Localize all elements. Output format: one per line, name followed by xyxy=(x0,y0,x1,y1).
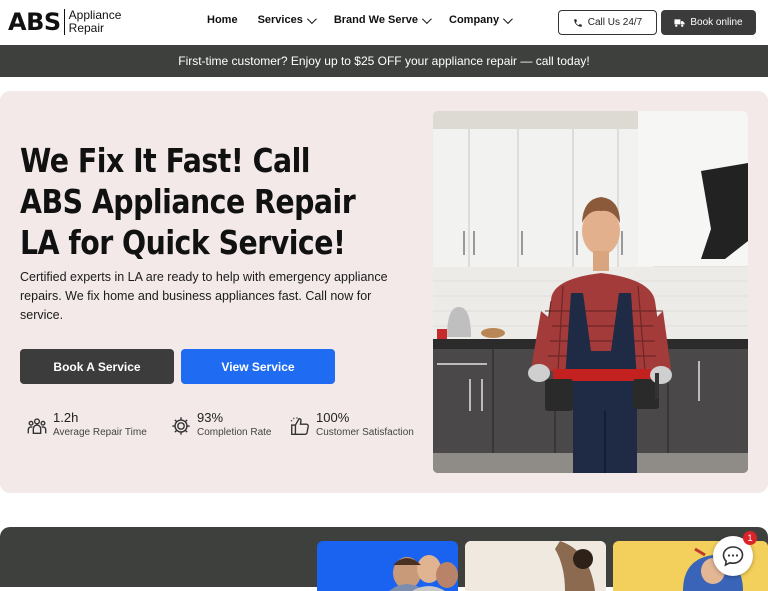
hero-title: We Fix It Fast! Call ABS Appliance Repai… xyxy=(20,141,356,262)
stat-completion-rate: 93% Completion Rate xyxy=(170,410,271,440)
stat-satisfaction-value: 100% xyxy=(316,410,350,425)
promo-bar: First-time customer? Enjoy up to $25 OFF… xyxy=(0,45,768,77)
appliance-photo xyxy=(465,541,606,591)
stat-satisfaction: 100% Customer Satisfaction xyxy=(289,410,414,440)
book-online-label: Book online xyxy=(690,17,743,28)
book-a-service-button[interactable]: Book A Service xyxy=(20,349,174,384)
hero-technician-image xyxy=(433,111,748,473)
family-photo xyxy=(389,555,458,591)
stat-repair-time-label: Average Repair Time xyxy=(53,427,147,438)
nav-home-label: Home xyxy=(207,14,238,26)
nav-services-label: Services xyxy=(257,14,303,26)
main-nav: Home Services Brand We Serve Company xyxy=(207,13,530,26)
logo-text: Appliance Repair xyxy=(69,9,122,35)
chevron-down-icon xyxy=(421,13,432,24)
logo[interactable]: ABS Appliance Repair xyxy=(8,8,121,36)
nav-company-label: Company xyxy=(449,14,500,26)
logo-line2: Repair xyxy=(68,21,105,35)
nav-item-company[interactable]: Company xyxy=(449,13,513,26)
stat-completion-label: Completion Rate xyxy=(197,427,272,438)
stat-satisfaction-label: Customer Satisfaction xyxy=(316,427,414,438)
view-service-button[interactable]: View Service xyxy=(181,349,335,384)
phone-icon xyxy=(574,18,582,27)
hero-description: Certified experts in LA are ready to hel… xyxy=(20,270,388,322)
chat-bubble-icon xyxy=(722,546,744,567)
chevron-down-icon xyxy=(306,13,317,24)
gear-icon xyxy=(172,417,190,435)
logo-divider xyxy=(63,9,65,35)
promo-text: First-time customer? Enjoy up to $25 OFF… xyxy=(178,54,590,68)
call-us-label: Call Us 24/7 xyxy=(587,17,643,28)
stat-completion-value: 93% xyxy=(197,410,224,425)
book-online-button[interactable]: Book online xyxy=(661,10,756,35)
thumbs-up-icon xyxy=(290,417,309,435)
chat-notification-badge: 1 xyxy=(743,531,757,545)
nav-item-services[interactable]: Services xyxy=(257,13,317,26)
nav-item-home[interactable]: Home xyxy=(207,14,238,26)
nav-item-brands[interactable]: Brand We Serve xyxy=(333,13,432,26)
service-card-2[interactable] xyxy=(465,541,606,591)
team-icon xyxy=(27,418,47,435)
chevron-down-icon xyxy=(503,13,513,24)
nav-brands-label: Brand We Serve xyxy=(333,14,418,26)
stat-repair-time-value: 1.2h xyxy=(53,410,79,425)
service-card-1[interactable] xyxy=(317,541,458,591)
call-us-button[interactable]: Call Us 24/7 xyxy=(558,10,657,35)
logo-abs: ABS xyxy=(8,8,61,36)
site-header: ABS Appliance Repair Home Services Brand… xyxy=(0,0,768,45)
truck-icon xyxy=(674,18,685,27)
technician-illustration xyxy=(433,111,748,473)
stat-repair-time: 1.2h Average Repair Time xyxy=(26,410,147,440)
